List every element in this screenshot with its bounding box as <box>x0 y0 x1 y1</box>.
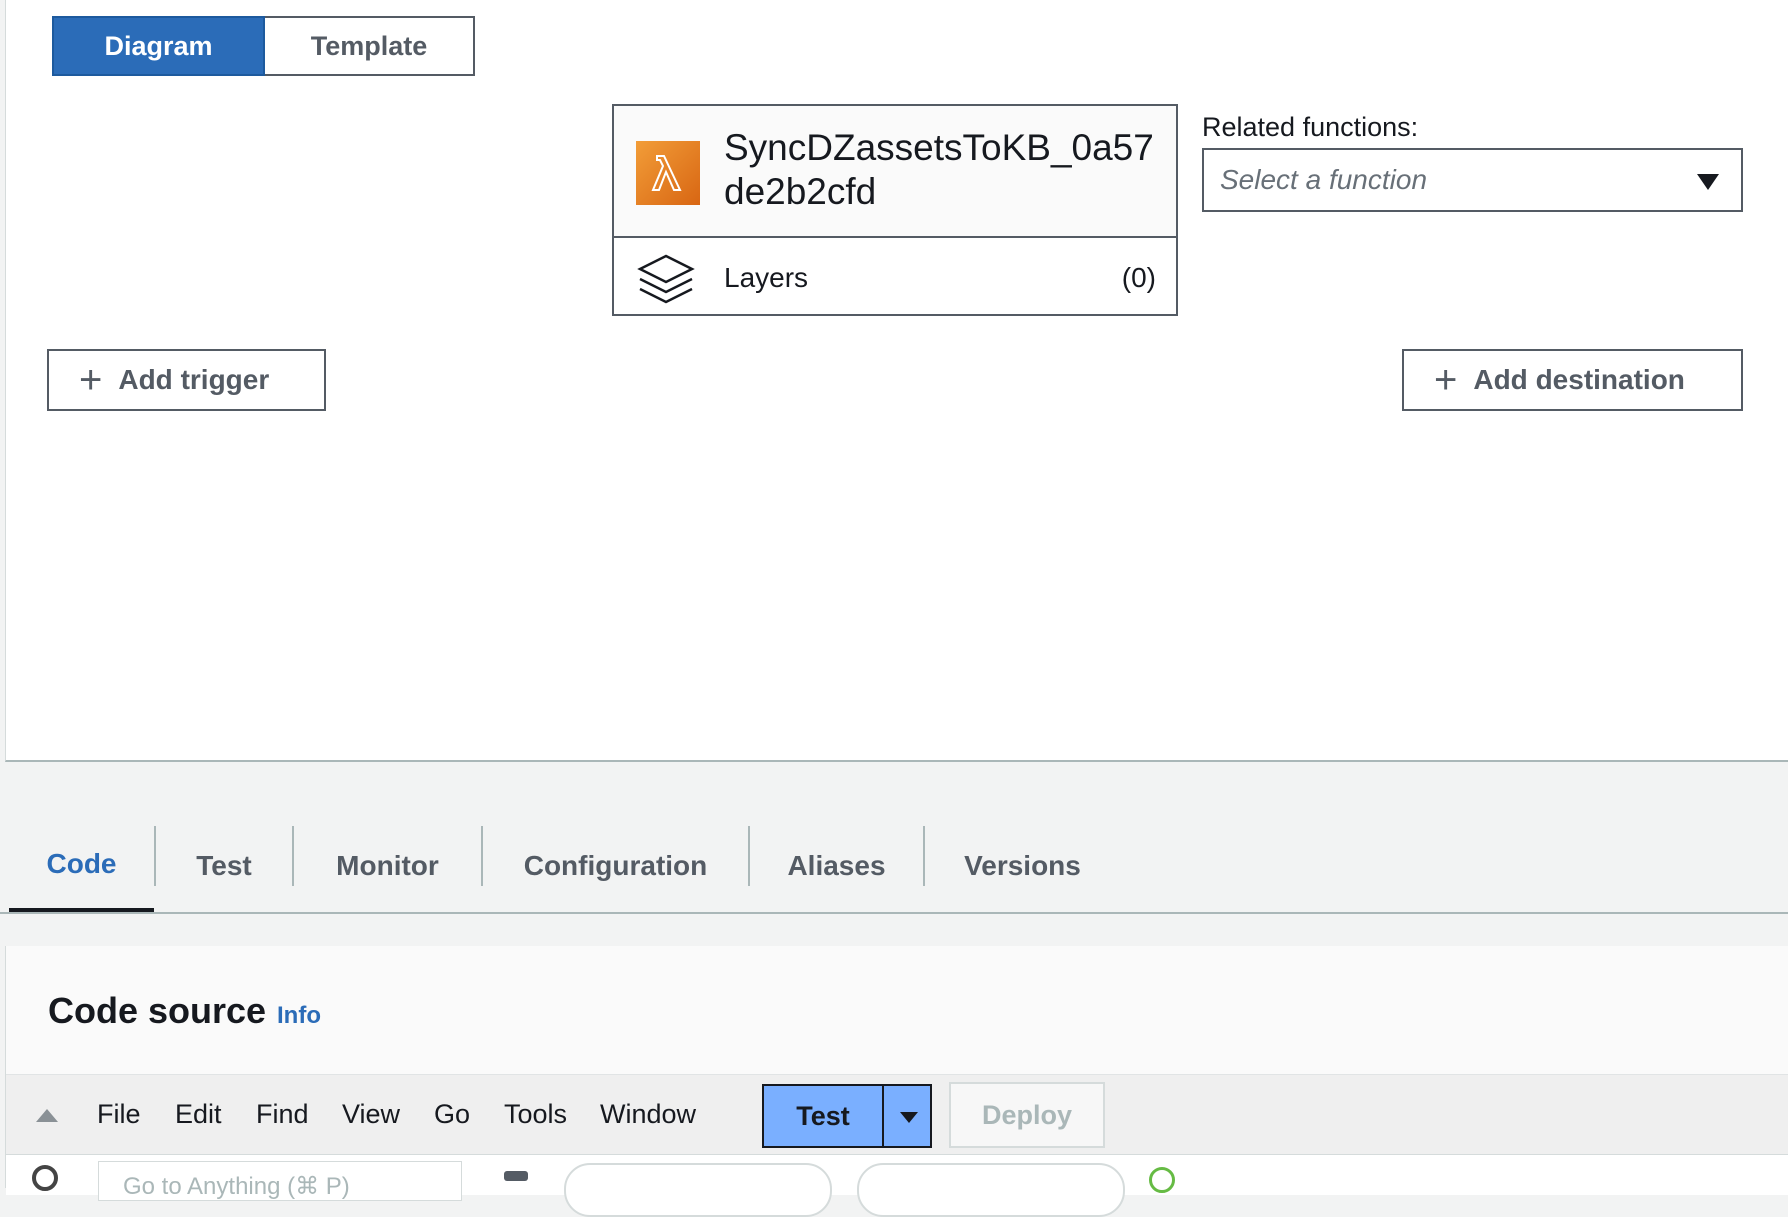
lambda-icon <box>636 141 700 205</box>
menu-find[interactable]: Find <box>256 1099 309 1130</box>
view-toggle: Diagram Template <box>52 16 475 76</box>
info-link[interactable]: Info <box>277 1002 321 1030</box>
plus-icon: + <box>1434 358 1458 402</box>
diagram-toggle-button[interactable]: Diagram <box>52 16 265 76</box>
select-placeholder: Select a function <box>1220 164 1428 195</box>
tab-test[interactable]: Test <box>156 820 292 912</box>
menu-file[interactable]: File <box>97 1099 141 1130</box>
code-source-panel: Code source Info File Edit Find View Go … <box>5 946 1788 1217</box>
caret-down-icon <box>1697 174 1719 190</box>
related-functions-select[interactable]: Select a function <box>1202 148 1743 212</box>
caret-down-icon <box>900 1112 918 1123</box>
menu-go[interactable]: Go <box>434 1099 470 1130</box>
execution-pill[interactable] <box>857 1163 1125 1217</box>
function-card[interactable]: SyncDZassetsToKB_0a57de2b2cfd Layers (0) <box>612 104 1178 316</box>
tab-versions[interactable]: Versions <box>925 820 1120 912</box>
add-destination-label: Add destination <box>1473 364 1685 395</box>
menu-edit[interactable]: Edit <box>175 1099 222 1130</box>
deploy-button[interactable]: Deploy <box>949 1082 1105 1148</box>
menu-view[interactable]: View <box>342 1099 400 1130</box>
plus-icon: + <box>79 358 103 402</box>
layers-label: Layers <box>724 262 809 293</box>
menu-tools[interactable]: Tools <box>504 1099 567 1130</box>
ide-toolbar-row: Go to Anything (⌘ P) <box>6 1154 1788 1217</box>
tab-configuration[interactable]: Configuration <box>483 820 748 912</box>
tab-code[interactable]: Code <box>9 820 154 912</box>
function-overview-panel: Diagram Template SyncDZassetsToKB_0a57de… <box>5 0 1788 762</box>
layers-count: (0) <box>1121 262 1156 293</box>
collapse-icon[interactable] <box>36 1109 58 1122</box>
layers-row[interactable]: Layers (0) <box>614 238 1176 316</box>
add-destination-button[interactable]: + Add destination <box>1402 349 1743 411</box>
menu-window[interactable]: Window <box>600 1099 696 1130</box>
tab-monitor[interactable]: Monitor <box>294 820 481 912</box>
function-card-header: SyncDZassetsToKB_0a57de2b2cfd <box>614 106 1176 238</box>
add-trigger-label: Add trigger <box>118 364 270 395</box>
test-button[interactable]: Test <box>764 1086 884 1146</box>
status-ok-icon <box>1149 1167 1175 1193</box>
function-tabs: Code Test Monitor Configuration Aliases … <box>0 820 1788 914</box>
function-name: SyncDZassetsToKB_0a57de2b2cfd <box>724 127 1154 212</box>
file-icon[interactable] <box>504 1171 528 1181</box>
template-toggle-button[interactable]: Template <box>265 16 475 76</box>
goto-anything-input[interactable]: Go to Anything (⌘ P) <box>98 1161 462 1201</box>
layers-icon <box>637 254 695 304</box>
code-source-title: Code source <box>48 990 267 1031</box>
test-dropdown-button[interactable] <box>884 1086 930 1146</box>
test-split-button: Test <box>762 1084 932 1148</box>
environment-pill[interactable] <box>564 1163 832 1217</box>
tab-aliases[interactable]: Aliases <box>750 820 923 912</box>
add-trigger-button[interactable]: + Add trigger <box>47 349 326 411</box>
related-functions-label: Related functions: <box>1202 112 1419 142</box>
search-icon[interactable] <box>32 1165 58 1191</box>
